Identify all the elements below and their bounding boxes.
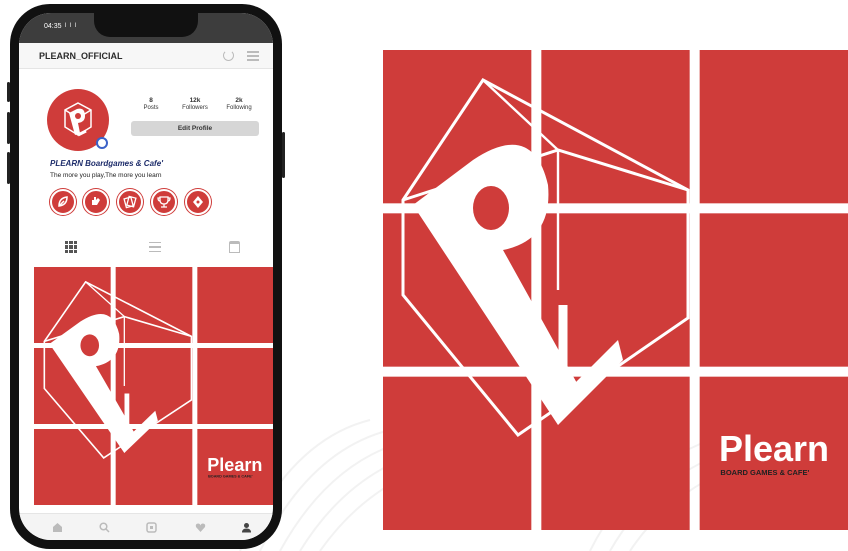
status-time: 04:35 xyxy=(44,23,62,30)
tagged-icon[interactable] xyxy=(229,241,240,253)
stat-followers-label: Followers xyxy=(182,105,208,111)
stat-following-count: 2k xyxy=(235,97,243,104)
notch xyxy=(94,13,198,37)
volume-up-button xyxy=(7,112,10,144)
username: PLEARN_OFFICIAL xyxy=(39,51,123,61)
profile-display-name: PLEARN Boardgames & Cafe' xyxy=(50,159,164,168)
post-tile-3 xyxy=(197,267,273,343)
highlight-trophy[interactable] xyxy=(151,189,177,215)
post-tile-7 xyxy=(34,429,111,505)
post-wordmark: Plearn xyxy=(207,455,262,475)
stat-posts[interactable]: 8 Posts xyxy=(129,97,173,111)
add-story-badge[interactable] xyxy=(96,137,108,149)
stat-followers-count: 12k xyxy=(189,97,201,104)
highlight-diamond[interactable] xyxy=(185,189,211,215)
post-wordmark-subline: BOARD GAMES & CAFE' xyxy=(208,475,253,479)
highlight-cards[interactable] xyxy=(117,189,143,215)
bottom-nav xyxy=(19,513,273,540)
volume-down-button xyxy=(7,152,10,184)
mockup-stage: 04:35 l l l PLEARN_OFFICIAL 8 Posts 12k … xyxy=(0,0,848,551)
heart-icon[interactable] xyxy=(195,522,206,533)
phone-frame: 04:35 l l l PLEARN_OFFICIAL 8 Posts 12k … xyxy=(7,4,285,549)
profile-icon[interactable] xyxy=(241,522,252,533)
stat-following[interactable]: 2k Following xyxy=(217,97,261,111)
highlight-hand[interactable] xyxy=(83,189,109,215)
profile-tabs xyxy=(19,235,273,259)
status-bar: 04:35 l l l xyxy=(19,13,273,43)
menu-icon[interactable] xyxy=(247,51,259,61)
stat-followers[interactable]: 12k Followers xyxy=(173,97,217,111)
post-grid: PlearnBOARD GAMES & CAFE' xyxy=(34,267,273,505)
brand-tile-grid: PlearnBOARD GAMES & CAFE' xyxy=(383,50,848,530)
power-button xyxy=(282,132,285,178)
mute-switch xyxy=(7,82,10,102)
post-tile-6 xyxy=(197,348,273,424)
highlight-leaf[interactable] xyxy=(50,189,76,215)
hand-icon xyxy=(92,197,100,205)
cards-icon xyxy=(123,195,137,209)
trophy-icon xyxy=(157,196,171,208)
edit-profile-button[interactable]: Edit Profile xyxy=(131,121,259,136)
signal-icon: l l l xyxy=(65,23,78,29)
leaf-icon xyxy=(58,196,68,207)
stat-posts-count: 8 xyxy=(149,97,153,104)
big-wordmark-subline: BOARD GAMES & CAFE' xyxy=(720,468,809,477)
phone-screen: 04:35 l l l PLEARN_OFFICIAL 8 Posts 12k … xyxy=(19,13,273,540)
refresh-icon[interactable] xyxy=(223,50,234,61)
stat-following-label: Following xyxy=(226,105,252,111)
search-icon[interactable] xyxy=(99,522,110,533)
big-tile-3 xyxy=(699,50,848,204)
reels-icon[interactable] xyxy=(146,522,157,533)
big-wordmark: Plearn xyxy=(719,428,829,469)
list-icon[interactable] xyxy=(149,242,161,252)
big-tile-7 xyxy=(383,376,532,530)
grid-icon[interactable] xyxy=(65,241,77,253)
stat-posts-label: Posts xyxy=(143,105,159,111)
big-tile-6 xyxy=(699,213,848,367)
profile-header: PLEARN_OFFICIAL xyxy=(19,43,273,69)
home-icon[interactable] xyxy=(52,522,63,533)
profile-tagline: The more you play,The more you learn xyxy=(50,172,162,179)
diamond-icon xyxy=(193,196,203,208)
